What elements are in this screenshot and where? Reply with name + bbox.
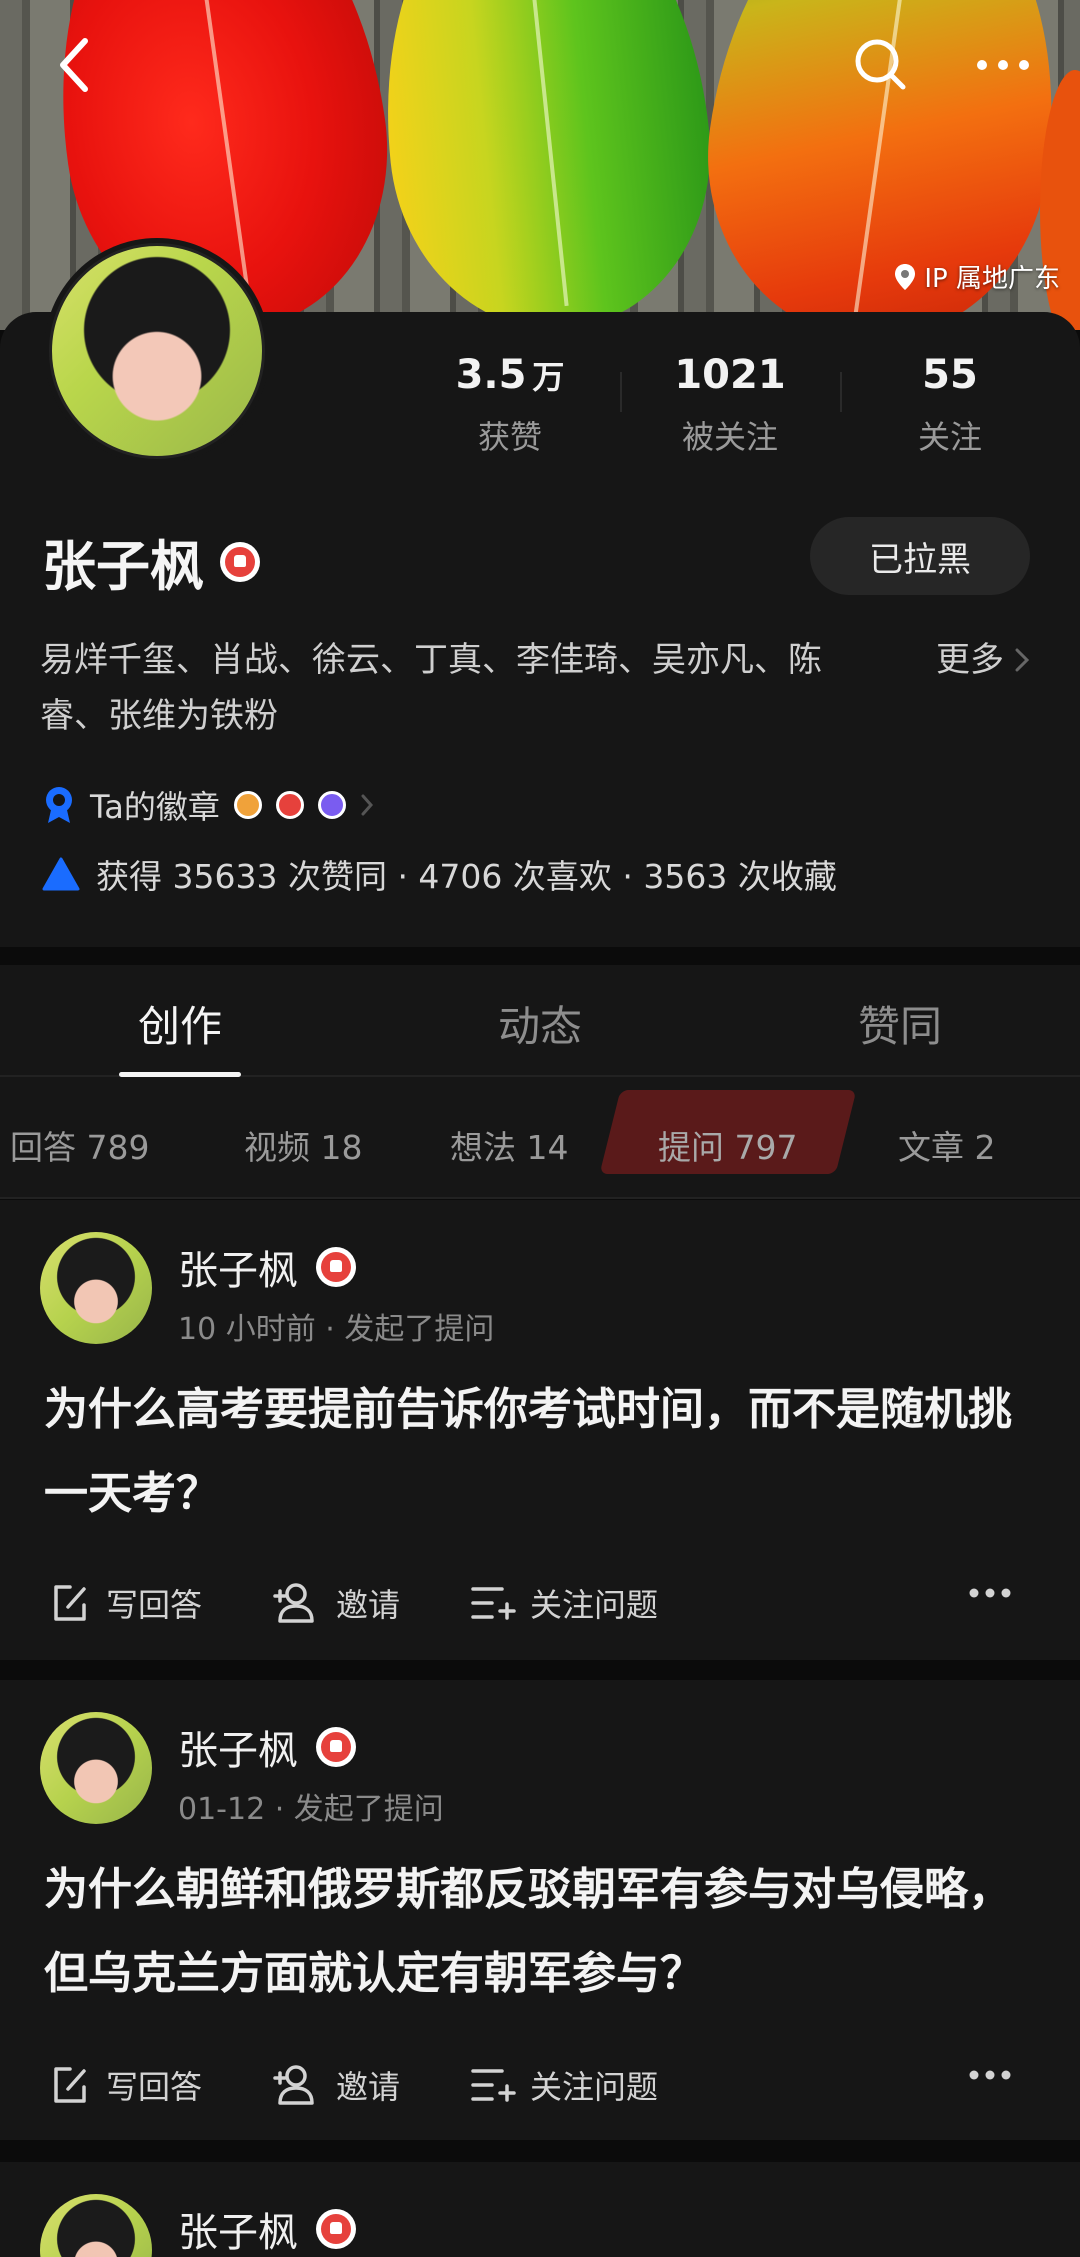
green-leaf <box>361 0 729 330</box>
list-add-icon <box>471 2069 516 2102</box>
sub-tabs: 回答 789 视频 18 想法 14 文章 2 <box>0 1077 1080 1199</box>
verified-badge-icon <box>316 2209 356 2249</box>
verified-badge-icon[interactable] <box>220 541 260 582</box>
stat-likes-value: 3.5 <box>455 352 527 398</box>
author-name-row: 张子枫 <box>178 1238 356 1296</box>
write-answer-label: 写回答 <box>106 1586 203 1624</box>
badges-label: Ta的徽章 <box>90 788 220 826</box>
badge-edit-icon <box>317 791 346 819</box>
profile-name-row: 张子枫 <box>42 522 260 601</box>
bio-more-button[interactable]: 更多 <box>936 632 1030 688</box>
avatar-image <box>49 243 265 459</box>
card-more-button[interactable] <box>968 1584 1012 1603</box>
follow-question-button[interactable]: 关注问题 <box>470 2062 658 2108</box>
back-button[interactable] <box>40 30 110 100</box>
profile-avatar[interactable] <box>44 238 270 464</box>
chevron-right-icon <box>361 794 373 816</box>
main-tabs: 创作 动态 赞同 <box>0 965 1080 1077</box>
question-card[interactable]: 张子枫 <box>0 2162 1080 2257</box>
question-title[interactable]: 为什么高考要提前告诉你考试时间，而不是随机挑一天考？ <box>44 1368 1044 1536</box>
author-avatar[interactable] <box>40 1712 152 1824</box>
follow-question-label: 关注问题 <box>530 2068 659 2106</box>
author-name-row: 张子枫 <box>178 1718 356 1776</box>
ip-location-tag: IP 属地广东 <box>894 258 1060 295</box>
write-answer-label: 写回答 <box>106 2068 203 2106</box>
edit-icon <box>54 2067 86 2103</box>
badge-eye-icon <box>233 791 262 819</box>
invite-label: 邀请 <box>336 2068 401 2106</box>
author-avatar[interactable] <box>40 2194 152 2257</box>
question-card[interactable]: 张子枫 10 小时前 · 发起了提问 为什么高考要提前告诉你考试时间，而不是随机… <box>0 1200 1080 1660</box>
subtab-articles[interactable]: 文章 2 <box>898 1121 996 1169</box>
follow-question-label: 关注问题 <box>530 1586 659 1624</box>
invite-button[interactable]: 邀请 <box>272 1580 400 1626</box>
invite-user-icon <box>273 1583 314 1623</box>
achievements-text: 获得 35633 次赞同 · 4706 次喜欢 · 3563 次收藏 <box>96 857 837 896</box>
stat-likes-label: 获赞 <box>477 418 542 456</box>
invite-label: 邀请 <box>336 1586 401 1624</box>
stat-following-label: 关注 <box>917 418 982 456</box>
card-actions: 写回答 邀请 关注问题 <box>48 1580 1048 1626</box>
follow-question-button[interactable]: 关注问题 <box>470 1580 658 1626</box>
write-answer-button[interactable]: 写回答 <box>48 1580 202 1626</box>
blocked-button[interactable]: 已拉黑 <box>810 517 1030 595</box>
badge-like-icon <box>275 791 304 819</box>
tab-upvotes[interactable]: 赞同 <box>720 965 1080 1075</box>
invite-button[interactable]: 邀请 <box>272 2062 400 2108</box>
bio-more-label: 更多 <box>936 640 1004 680</box>
subtab-videos[interactable]: 视频 18 <box>244 1121 362 1169</box>
verified-badge-icon <box>316 1727 356 1767</box>
more-horizontal-icon <box>977 60 1029 70</box>
profile-bio: 易烊千玺、肖战、徐云、丁真、李佳琦、吴亦凡、陈睿、张维为铁粉 <box>40 640 822 736</box>
post-meta: 01-12 · 发起了提问 <box>178 1792 444 1827</box>
ip-location-text: IP 属地广东 <box>924 264 1060 294</box>
stat-likes-unit: 万 <box>532 358 565 396</box>
stat-followers-label: 被关注 <box>681 418 778 456</box>
invite-user-icon <box>273 2065 314 2105</box>
tab-activity[interactable]: 动态 <box>360 965 720 1075</box>
stat-followers[interactable]: 1021 被关注 <box>620 352 840 458</box>
question-card[interactable]: 张子枫 01-12 · 发起了提问 为什么朝鲜和俄罗斯都反驳朝军有参与对乌侵略，… <box>0 1680 1080 2140</box>
search-icon <box>855 39 906 90</box>
more-options-button[interactable] <box>968 30 1038 100</box>
edit-icon <box>54 1585 86 1621</box>
question-title[interactable]: 为什么朝鲜和俄罗斯都反驳朝军有参与对乌侵略，但乌克兰方面就认定有朝军参与？ <box>44 1848 1044 2016</box>
card-actions: 写回答 邀请 关注问题 <box>48 2062 1048 2108</box>
author-avatar[interactable] <box>40 1232 152 1344</box>
medal-icon <box>46 787 72 823</box>
post-meta: 10 小时前 · 发起了提问 <box>178 1312 495 1347</box>
chevron-left-icon <box>60 38 88 92</box>
stat-following[interactable]: 55 关注 <box>840 352 1060 458</box>
subtab-answers[interactable]: 回答 789 <box>10 1121 149 1169</box>
subtab-questions[interactable]: 提问 797 <box>658 1121 797 1169</box>
list-add-icon <box>471 1587 516 1620</box>
stat-likes[interactable]: 3.5 万 获赞 <box>400 352 620 458</box>
stat-followers-value: 1021 <box>674 352 786 398</box>
tab-creation[interactable]: 创作 <box>0 965 360 1075</box>
profile-stats: 3.5 万 获赞 1021 被关注 55 关注 <box>400 352 1060 458</box>
card-more-button[interactable] <box>968 2066 1012 2085</box>
more-horizontal-icon <box>969 2070 1011 2080</box>
more-horizontal-icon <box>969 1588 1011 1598</box>
author-name[interactable]: 张子枫 <box>178 1238 298 1296</box>
author-name[interactable]: 张子枫 <box>178 1718 298 1776</box>
achievements-row: 获得 35633 次赞同 · 4706 次喜欢 · 3563 次收藏 <box>42 850 837 898</box>
location-pin-icon <box>895 263 916 290</box>
author-name[interactable]: 张子枫 <box>178 2200 298 2257</box>
badges-row[interactable]: Ta的徽章 <box>42 782 374 828</box>
author-name-row: 张子枫 <box>178 2200 356 2257</box>
chevron-right-icon <box>1015 648 1030 672</box>
verified-badge-icon <box>316 1247 356 1287</box>
write-answer-button[interactable]: 写回答 <box>48 2062 202 2108</box>
search-button[interactable] <box>846 30 916 100</box>
profile-name: 张子枫 <box>42 535 204 598</box>
stat-following-value: 55 <box>922 352 978 398</box>
triangle-icon <box>42 857 80 891</box>
subtab-thoughts[interactable]: 想法 14 <box>450 1121 568 1169</box>
